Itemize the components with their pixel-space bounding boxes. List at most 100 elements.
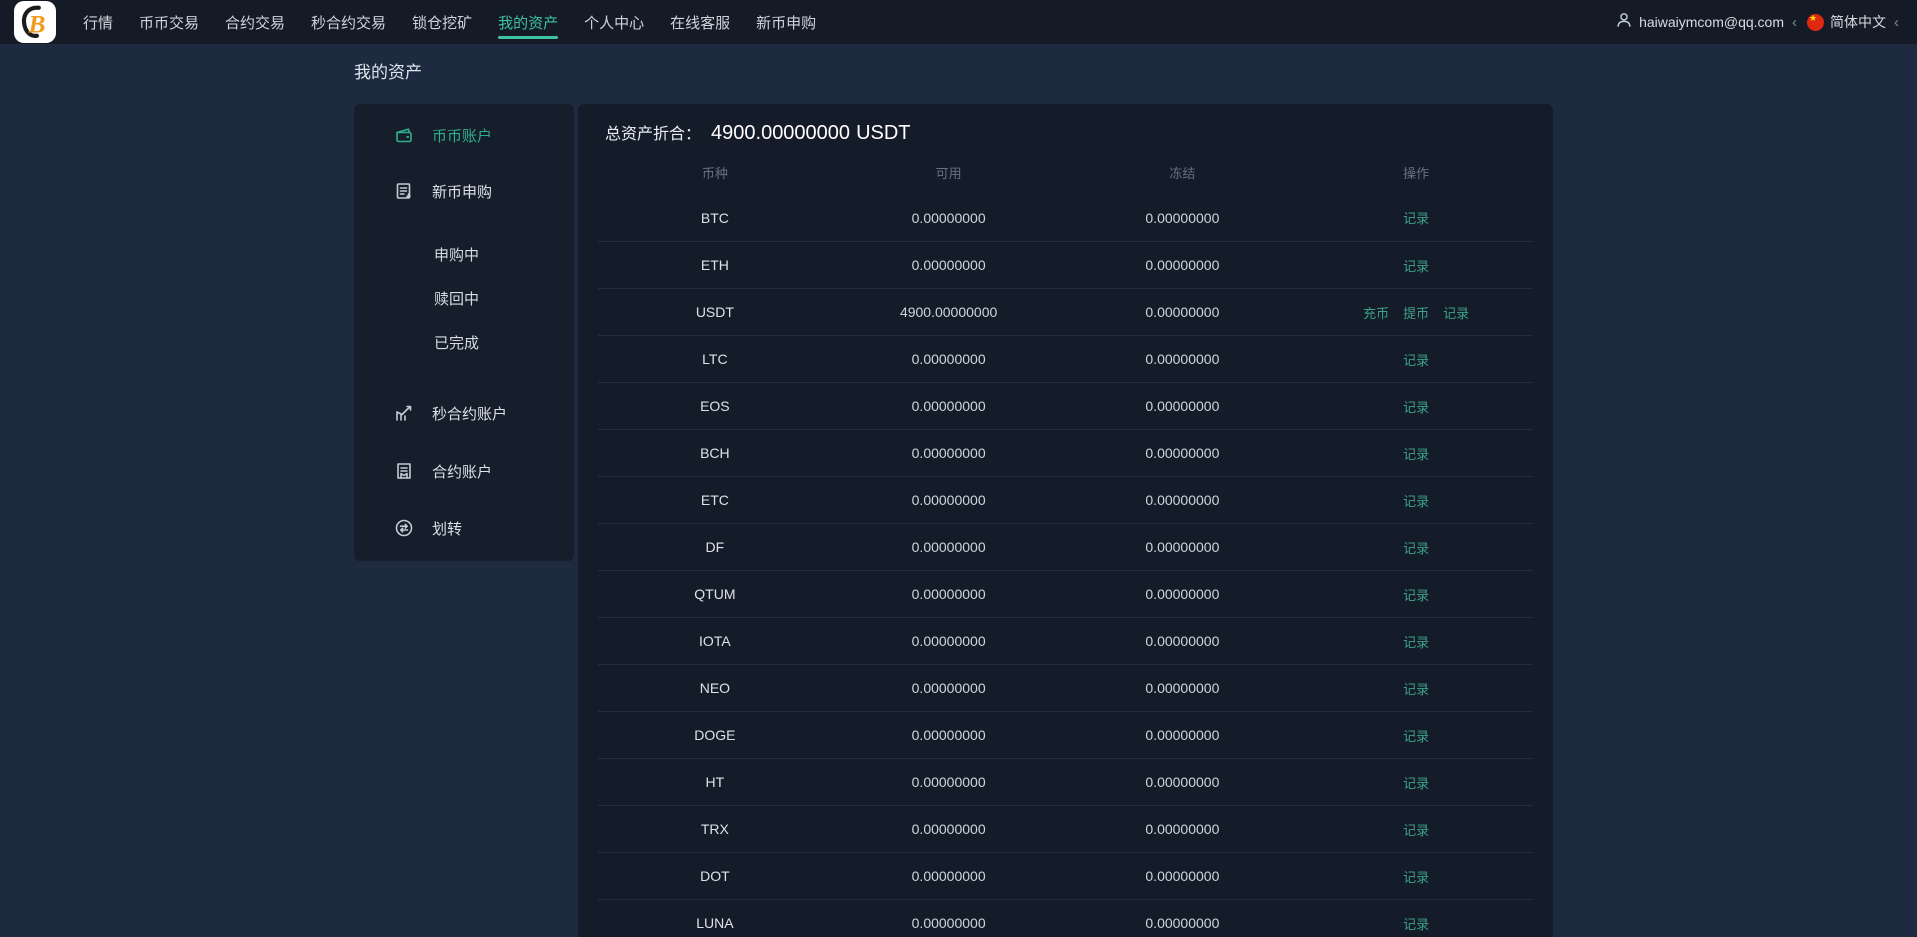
column-header-冻结: 冻结 — [1169, 165, 1196, 181]
row-actions: 记录 — [1299, 820, 1533, 839]
available-amount: 0.00000000 — [911, 492, 986, 508]
svg-text:B: B — [27, 9, 45, 38]
row-actions: 记录 — [1299, 867, 1533, 886]
action-link-记录[interactable]: 记录 — [1403, 491, 1429, 510]
brand-logo[interactable]: B — [14, 1, 56, 43]
sidebar-item-赎回中[interactable]: 赎回中 — [354, 276, 574, 320]
action-link-记录[interactable]: 记录 — [1403, 820, 1429, 839]
nav-item-我的资产[interactable]: 我的资产 — [485, 0, 571, 44]
coin-name: DOGE — [694, 727, 736, 743]
action-link-记录[interactable]: 记录 — [1403, 397, 1429, 416]
table-row-HT: HT 0.00000000 0.00000000 记录 — [598, 758, 1533, 805]
action-link-记录[interactable]: 记录 — [1403, 208, 1429, 227]
sidebar-item-label: 新币申购 — [432, 183, 493, 201]
row-actions: 记录 — [1299, 444, 1533, 463]
coin-name: DOT — [700, 868, 730, 884]
action-link-记录[interactable]: 记录 — [1403, 679, 1429, 698]
sidebar-item-币币账户[interactable]: 币币账户 — [354, 112, 574, 158]
chevron-icon: ‹ — [1792, 13, 1797, 31]
nav-item-行情[interactable]: 行情 — [70, 0, 126, 44]
sidebar-item-已完成[interactable]: 已完成 — [354, 320, 574, 364]
available-amount: 0.00000000 — [911, 821, 986, 837]
available-amount: 0.00000000 — [911, 586, 986, 602]
row-actions: 记录 — [1299, 726, 1533, 745]
available-amount: 0.00000000 — [911, 774, 986, 790]
action-link-记录[interactable]: 记录 — [1403, 773, 1429, 792]
available-amount: 0.00000000 — [911, 398, 986, 414]
total-assets-label: 总资产折合： — [605, 126, 702, 143]
table-row-QTUM: QTUM 0.00000000 0.00000000 记录 — [598, 570, 1533, 617]
frozen-amount: 0.00000000 — [1145, 445, 1220, 461]
table-row-NEO: NEO 0.00000000 0.00000000 记录 — [598, 664, 1533, 711]
available-amount: 0.00000000 — [911, 257, 986, 273]
action-link-记录[interactable]: 记录 — [1443, 303, 1469, 322]
chart-icon — [394, 403, 414, 423]
sidebar-item-label: 币币账户 — [432, 127, 493, 145]
available-amount: 0.00000000 — [911, 539, 986, 555]
sidebar-item-合约账户[interactable]: 合约账户 — [354, 448, 574, 494]
action-link-记录[interactable]: 记录 — [1403, 726, 1429, 745]
assets-sidebar: 币币账户 新币申购 申购中 赎回中 已完成 秒合约账户 合约账户 划转 — [354, 104, 574, 561]
coin-name: NEO — [699, 680, 731, 696]
available-amount: 0.00000000 — [911, 209, 986, 226]
row-actions: 记录 — [1299, 538, 1533, 557]
nav-item-币币交易[interactable]: 币币交易 — [126, 0, 212, 44]
frozen-amount: 0.00000000 — [1145, 209, 1220, 226]
action-link-提币[interactable]: 提币 — [1403, 303, 1429, 322]
sidebar-item-秒合约账户[interactable]: 秒合约账户 — [354, 390, 574, 436]
user-account-menu[interactable]: haiwaiymcom@qq.com ‹ — [1615, 11, 1799, 34]
coin-name: USDT — [695, 304, 734, 320]
row-actions: 记录 — [1299, 585, 1533, 604]
frozen-amount: 0.00000000 — [1145, 398, 1220, 414]
table-row-ETH: ETH 0.00000000 0.00000000 记录 — [598, 241, 1533, 288]
sidebar-item-划转[interactable]: 划转 — [354, 505, 574, 551]
sidebar-item-申购中[interactable]: 申购中 — [354, 232, 574, 276]
table-row-TRX: TRX 0.00000000 0.00000000 记录 — [598, 805, 1533, 852]
contract-doc-icon — [394, 461, 414, 481]
available-amount: 4900.00000000 — [899, 304, 998, 320]
action-link-记录[interactable]: 记录 — [1403, 350, 1429, 369]
coin-name: DF — [705, 539, 725, 555]
total-assets-value: 4900.00000000 — [711, 122, 851, 144]
china-flag-icon: ★ — [1807, 13, 1824, 31]
coin-name: BTC — [700, 209, 729, 226]
frozen-amount: 0.00000000 — [1145, 539, 1220, 555]
total-assets-line: 总资产折合： 4900.00000000 USDT — [598, 120, 1533, 150]
coin-name: QTUM — [694, 586, 736, 602]
row-actions: 记录 — [1299, 914, 1533, 933]
column-header-可用: 可用 — [935, 165, 962, 181]
frozen-amount: 0.00000000 — [1145, 586, 1220, 602]
row-actions: 记录 — [1299, 491, 1533, 510]
table-row-IOTA: IOTA 0.00000000 0.00000000 记录 — [598, 617, 1533, 664]
table-row-DOT: DOT 0.00000000 0.00000000 记录 — [598, 852, 1533, 899]
coin-name: ETH — [700, 257, 729, 273]
sidebar-item-新币申购[interactable]: 新币申购 — [354, 168, 574, 214]
user-email: haiwaiymcom@qq.com — [1639, 14, 1784, 30]
action-link-记录[interactable]: 记录 — [1403, 538, 1429, 557]
action-link-充币[interactable]: 充币 — [1363, 303, 1389, 322]
action-link-记录[interactable]: 记录 — [1403, 914, 1429, 933]
frozen-amount: 0.00000000 — [1145, 492, 1220, 508]
table-row-DF: DF 0.00000000 0.00000000 记录 — [598, 523, 1533, 570]
nav-item-锁仓挖矿[interactable]: 锁仓挖矿 — [399, 0, 485, 44]
available-amount: 0.00000000 — [911, 445, 986, 461]
logo-icon: B — [21, 5, 45, 38]
action-link-记录[interactable]: 记录 — [1403, 867, 1429, 886]
nav-item-秒合约交易[interactable]: 秒合约交易 — [298, 0, 399, 44]
language-selector[interactable]: ★ 简体中文 ‹ — [1807, 12, 1901, 32]
nav-item-个人中心[interactable]: 个人中心 — [571, 0, 657, 44]
action-link-记录[interactable]: 记录 — [1403, 632, 1429, 651]
action-link-记录[interactable]: 记录 — [1403, 256, 1429, 275]
total-assets-unit: USDT — [856, 122, 911, 144]
frozen-amount: 0.00000000 — [1145, 821, 1220, 837]
available-amount: 0.00000000 — [911, 633, 986, 649]
nav-item-合约交易[interactable]: 合约交易 — [212, 0, 298, 44]
frozen-amount: 0.00000000 — [1145, 680, 1220, 696]
sidebar-item-label: 秒合约账户 — [432, 405, 508, 423]
nav-item-新币申购[interactable]: 新币申购 — [743, 0, 829, 44]
action-link-记录[interactable]: 记录 — [1403, 444, 1429, 463]
action-link-记录[interactable]: 记录 — [1403, 585, 1429, 604]
frozen-amount: 0.00000000 — [1145, 868, 1220, 884]
nav-item-在线客服[interactable]: 在线客服 — [657, 0, 743, 44]
table-row-LTC: LTC 0.00000000 0.00000000 记录 — [598, 335, 1533, 382]
